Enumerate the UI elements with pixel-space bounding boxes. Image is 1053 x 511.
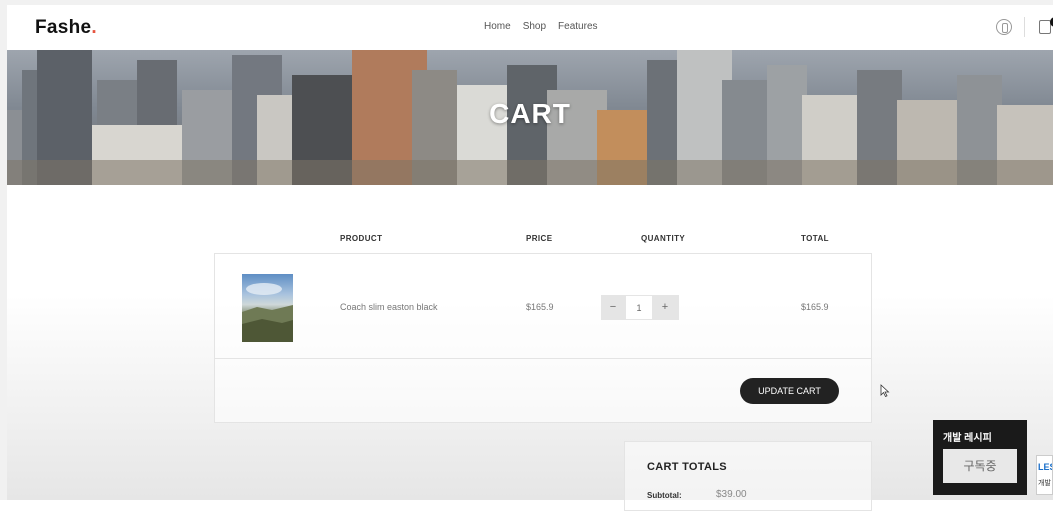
page-banner: CART [7,50,1053,185]
channel-logo-top: LES [1038,462,1052,472]
product-thumbnail[interactable] [242,274,293,342]
header-product: PRODUCT [340,234,383,243]
product-total: $165.9 [801,302,829,312]
site-header: Fashe. Home Shop Features 1 [7,5,1053,51]
user-icon[interactable] [996,19,1012,35]
row-divider [214,358,872,359]
header-price: PRICE [526,234,553,243]
increase-quantity-button[interactable]: + [653,295,677,320]
cart-totals-box [624,441,872,511]
quantity-input[interactable]: 1 [625,295,653,320]
subscribe-widget: 개발 레시피 구독중 [933,420,1027,495]
cart-totals-title: CART TOTALS [647,461,727,473]
header-divider [1024,17,1025,37]
header-quantity: QUANTITY [641,234,686,243]
nav-home[interactable]: Home [484,21,511,32]
page-title: CART [489,98,571,129]
logo-text: Fashe [35,17,92,38]
main-nav: Home Shop Features [484,21,598,32]
nav-shop[interactable]: Shop [523,21,546,32]
quantity-stepper: − 1 + [601,295,679,320]
left-edge [0,0,7,500]
decrease-quantity-button[interactable]: − [601,295,625,320]
subtotal-value: $39.00 [716,489,747,500]
update-cart-button[interactable]: UPDATE CART [740,378,839,404]
site-logo[interactable]: Fashe. [35,17,97,39]
product-price: $165.9 [526,302,554,312]
header-total: TOTAL [801,234,829,243]
channel-logo-bottom: 개발 [1038,480,1051,487]
product-name[interactable]: Coach slim easton black [340,302,438,312]
mouse-cursor-icon [880,384,890,398]
subscribe-button[interactable]: 구독중 [943,449,1017,483]
subtotal-label: Subtotal: [647,491,682,500]
logo-dot: . [91,17,98,38]
channel-name: 개발 레시피 [943,433,992,444]
channel-logo[interactable]: LES 개발 [1036,455,1053,495]
nav-features[interactable]: Features [558,21,597,32]
product-image [242,283,293,342]
